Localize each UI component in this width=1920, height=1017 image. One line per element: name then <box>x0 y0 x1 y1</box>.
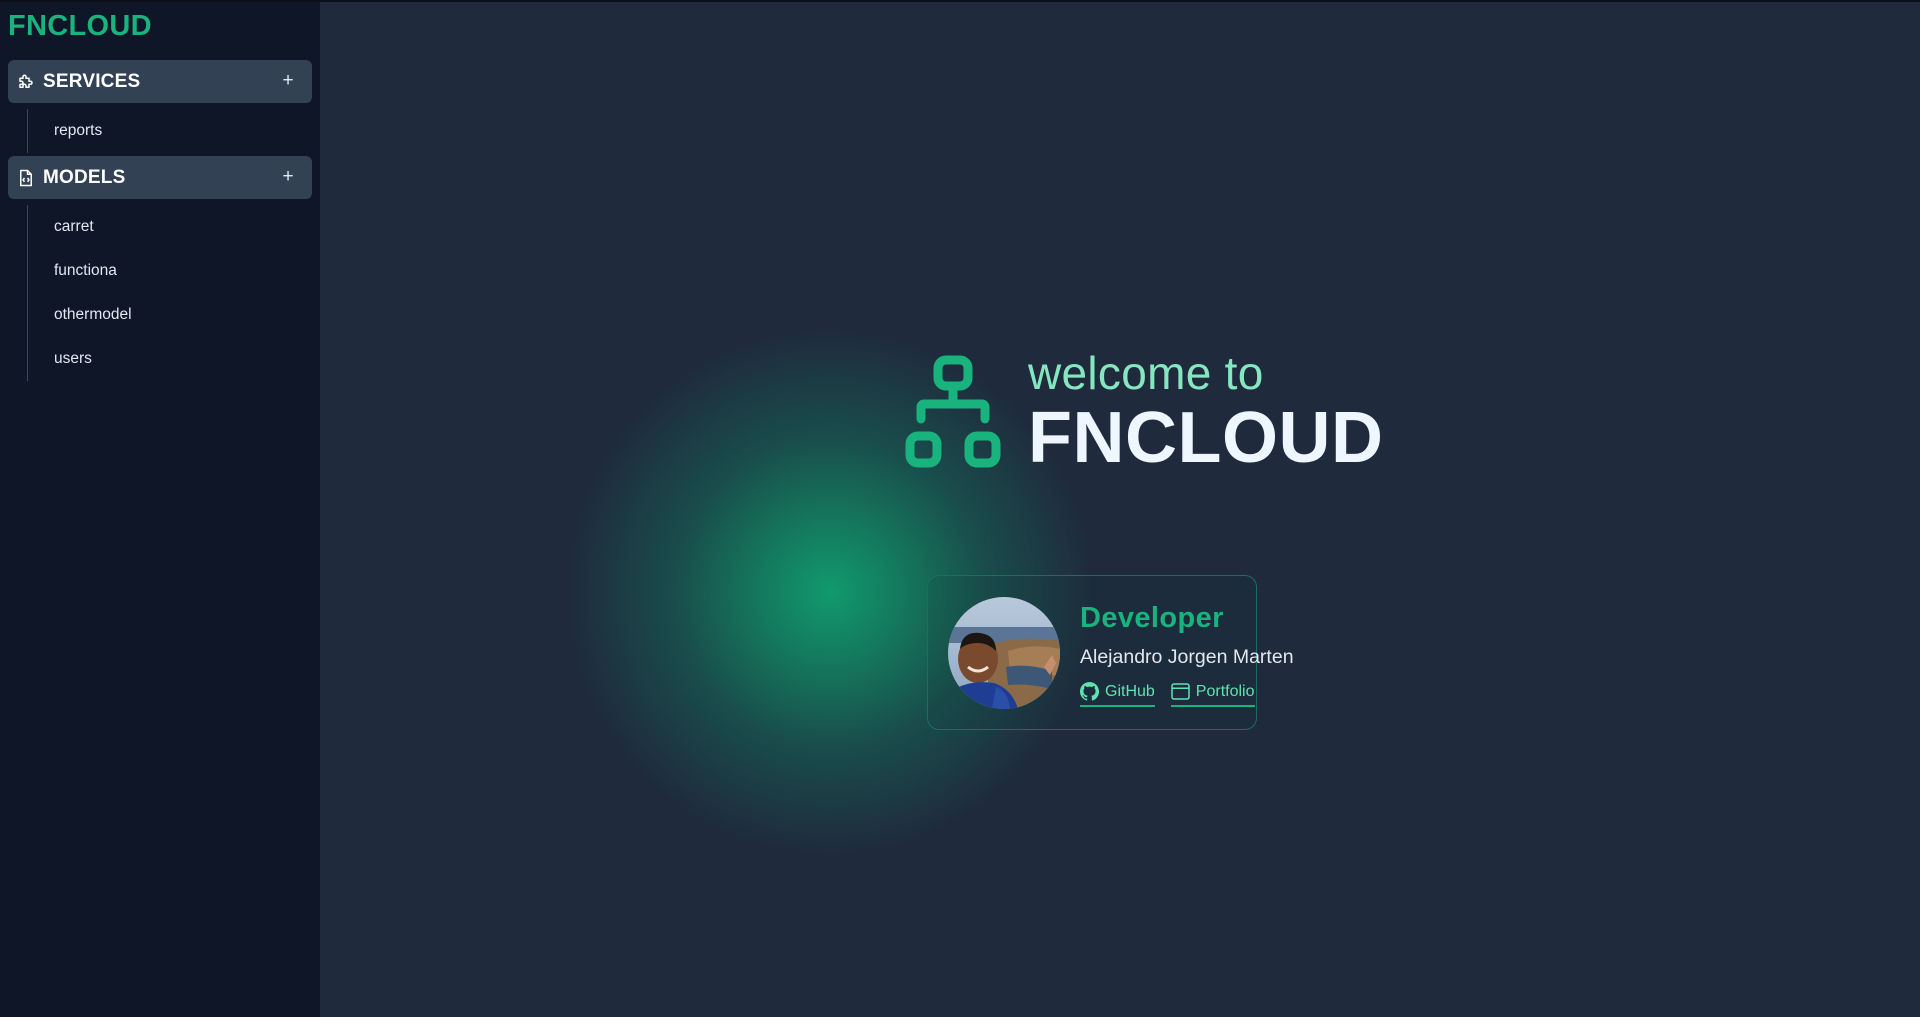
models-tree: carret functiona othermodel users <box>27 205 132 381</box>
model-item-functiona[interactable]: functiona <box>28 249 132 293</box>
hero-title: FNCLOUD <box>1028 398 1384 478</box>
developer-card: Developer Alejandro Jorgen Marten GitHub <box>927 575 1294 730</box>
browser-window-icon <box>1171 682 1190 701</box>
add-service-button[interactable]: + <box>278 70 298 92</box>
app-root: FNCLOUD SERVICES + reports MODELS + carr… <box>0 0 1920 1017</box>
developer-avatar <box>948 597 1060 709</box>
models-section-header[interactable]: MODELS + <box>8 156 312 199</box>
portfolio-link[interactable]: Portfolio <box>1170 682 1255 707</box>
portfolio-link-label: Portfolio <box>1195 682 1255 700</box>
add-model-button[interactable]: + <box>278 166 298 188</box>
hero-heading: welcome to FNCLOUD <box>1028 345 1383 475</box>
model-item-users[interactable]: users <box>28 337 132 381</box>
sidebar: FNCLOUD SERVICES + reports MODELS + carr… <box>0 2 320 1017</box>
services-section-header[interactable]: SERVICES + <box>8 60 312 103</box>
model-item-othermodel[interactable]: othermodel <box>28 293 132 337</box>
service-item-reports[interactable]: reports <box>28 109 102 153</box>
hero-welcome-text: welcome to <box>1028 347 1264 399</box>
developer-role: Developer <box>1080 602 1224 634</box>
github-link-label: GitHub <box>1105 682 1155 700</box>
services-section-title: SERVICES <box>43 70 141 92</box>
developer-name: Alejandro Jorgen Marten <box>1080 646 1294 668</box>
github-link[interactable]: GitHub <box>1080 682 1155 707</box>
services-tree: reports <box>27 109 102 153</box>
main-content: welcome to FNCLOUD Developer Alejandro J… <box>320 2 1920 1017</box>
puzzle-icon <box>17 73 35 91</box>
models-section-title: MODELS <box>43 166 126 188</box>
github-icon <box>1080 682 1099 701</box>
developer-links: GitHub Portfolio <box>1080 682 1255 707</box>
model-item-carret[interactable]: carret <box>28 205 132 249</box>
network-hierarchy-icon <box>905 355 1001 469</box>
document-code-icon <box>17 169 35 187</box>
brand-logo-text[interactable]: FNCLOUD <box>8 10 152 43</box>
